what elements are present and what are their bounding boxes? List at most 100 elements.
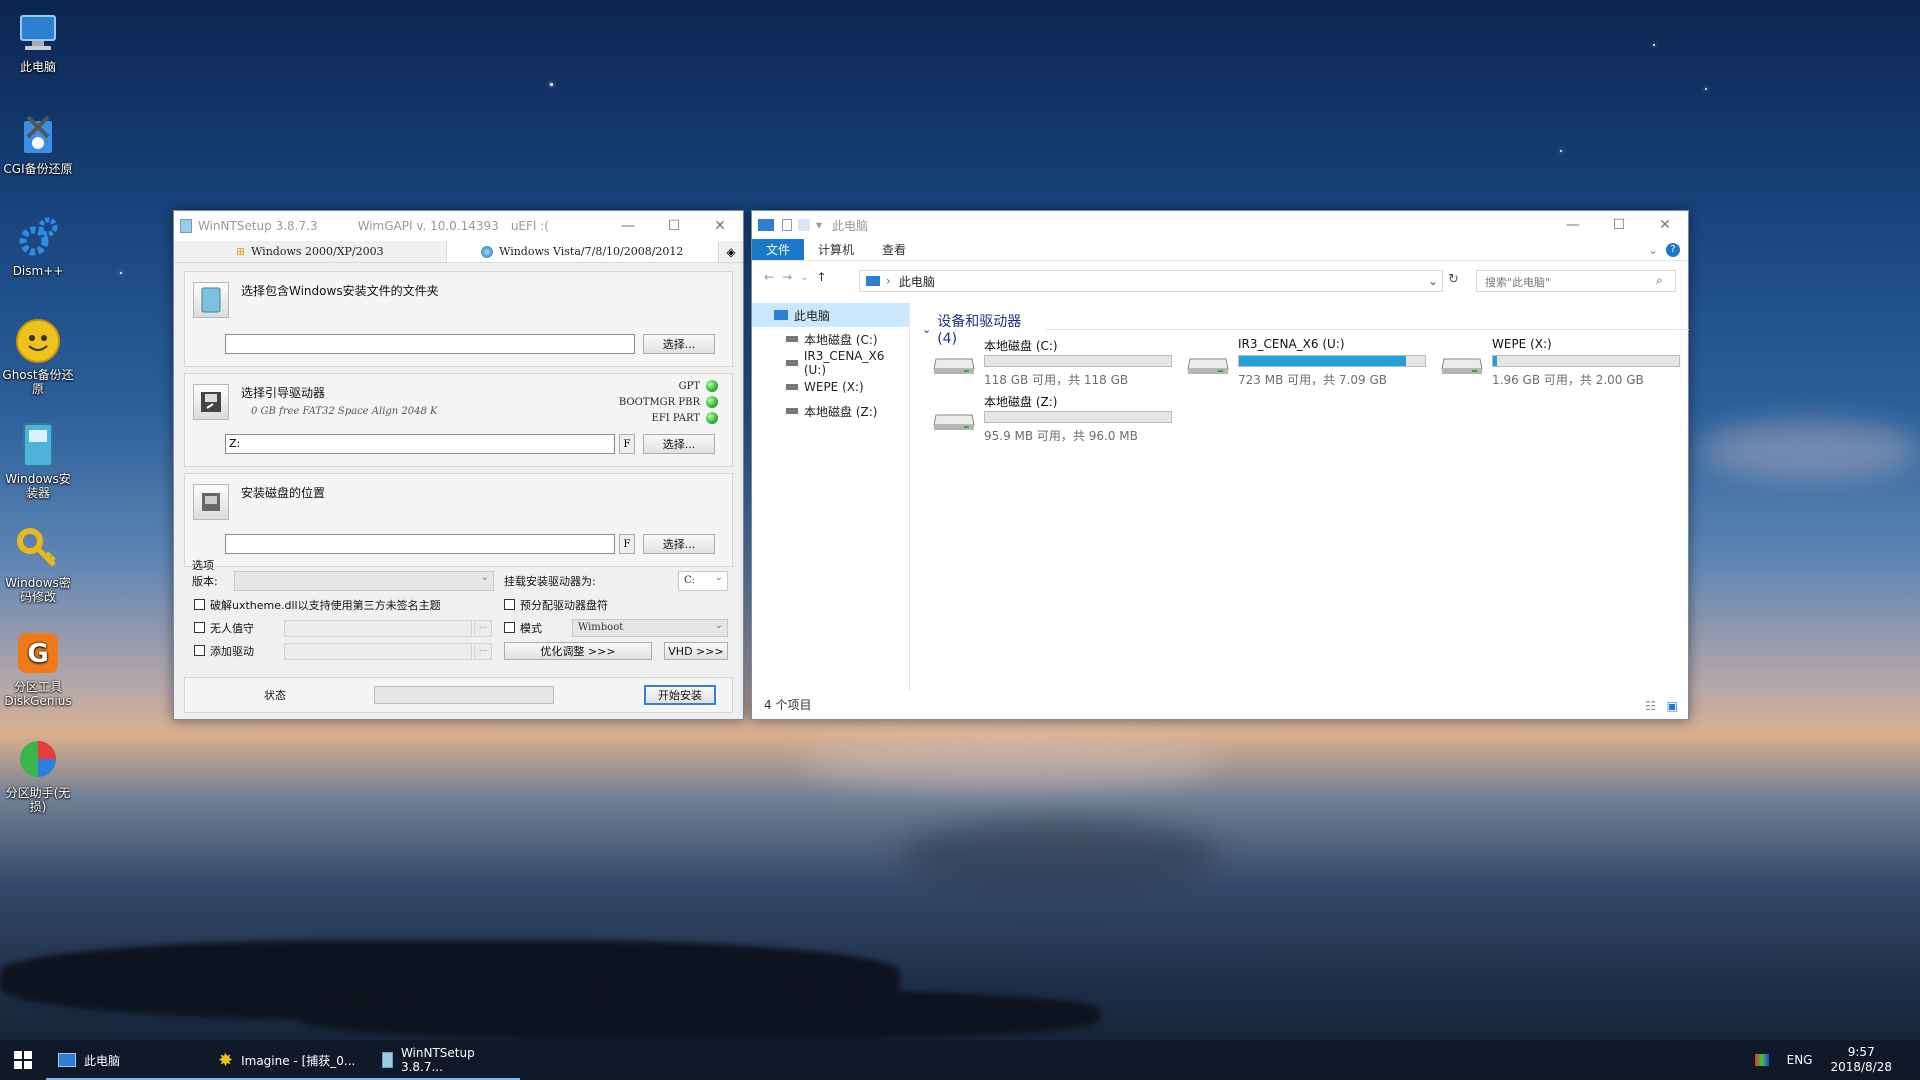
- install-label: 安装磁盘的位置: [241, 486, 326, 500]
- minimize-button[interactable]: —: [605, 211, 651, 241]
- drive-icon: [786, 360, 798, 366]
- desktop-icon-windows-installer[interactable]: Windows安装器: [2, 422, 74, 500]
- mode-dropdown[interactable]: Wimboot: [572, 619, 728, 637]
- drive-icon: [786, 408, 798, 414]
- breadcrumb[interactable]: 此电脑: [899, 273, 935, 290]
- expand-ribbon-icon[interactable]: ⌄: [1648, 243, 1666, 257]
- desktop-icon-cgi[interactable]: CGI备份还原: [2, 112, 74, 176]
- address-bar[interactable]: › 此电脑 ⌄: [859, 270, 1443, 292]
- usage-bar: [1492, 355, 1680, 367]
- quick-access-icon[interactable]: [782, 219, 792, 231]
- large-icons-view-icon[interactable]: ▣: [1667, 699, 1678, 713]
- install-select-button[interactable]: 选择...: [643, 534, 715, 554]
- refresh-icon[interactable]: ↻: [1448, 272, 1459, 287]
- tab-windows-xp[interactable]: ⊞ Windows 2000/XP/2003: [174, 241, 447, 262]
- version-label: 版本:: [192, 575, 218, 588]
- close-button[interactable]: ✕: [1642, 211, 1688, 239]
- desktop-icon-ghost[interactable]: Ghost备份还原: [2, 318, 74, 396]
- back-icon[interactable]: ←: [758, 270, 774, 284]
- clock-time: 9:57: [1847, 1045, 1875, 1059]
- taskbar-item-imagine[interactable]: ✸ Imagine - [捕获_0...: [206, 1040, 370, 1080]
- desktop-icon-diskgenius[interactable]: G 分区工具DiskGenius: [2, 630, 74, 708]
- boot-f-button[interactable]: F: [619, 434, 635, 454]
- desktop-icon-dism[interactable]: Dism++: [2, 214, 74, 278]
- desktop-icon-label: CGI备份还原: [3, 162, 73, 176]
- system-tray: ENG 9:57 2018/8/28: [1754, 1045, 1920, 1075]
- item-count: 4 个项目: [764, 698, 812, 712]
- prealloc-checkbox[interactable]: [504, 599, 515, 610]
- nav-item-drive-c[interactable]: 本地磁盘 (C:): [752, 327, 909, 351]
- desktop-icon-password[interactable]: Windows密码修改: [2, 526, 74, 604]
- source-path-input[interactable]: [225, 334, 635, 354]
- install-f-button[interactable]: F: [619, 534, 635, 554]
- unattended-label: 无人值守: [210, 622, 254, 635]
- start-button[interactable]: [0, 1040, 46, 1080]
- search-icon: ⌕: [1656, 273, 1663, 287]
- taskbar-item-this-pc[interactable]: 此电脑: [46, 1040, 206, 1080]
- tab-windows-vista-plus[interactable]: Windows Vista/7/8/10/2008/2012: [446, 241, 719, 262]
- bootmgr-status: BOOTMGR PBR: [619, 396, 718, 408]
- forward-icon[interactable]: →: [782, 270, 792, 284]
- search-input[interactable]: 搜索"此电脑": [1476, 270, 1676, 292]
- add-driver-checkbox[interactable]: [194, 645, 205, 656]
- cgi-backup-icon: [15, 112, 61, 158]
- mount-dropdown[interactable]: C:: [678, 571, 728, 591]
- customize-toolbar-icon[interactable]: ▾: [816, 218, 822, 232]
- desktop-icon-this-pc[interactable]: 此电脑: [2, 10, 74, 74]
- maximize-button[interactable]: ☐: [1596, 211, 1642, 239]
- desktop-icon-label: 此电脑: [19, 60, 56, 74]
- unattended-checkbox[interactable]: [194, 622, 205, 633]
- drive-tile-c[interactable]: 本地磁盘 (C:) 118 GB 可用，共 118 GB: [932, 335, 1172, 387]
- recent-locations-icon[interactable]: ⌄: [800, 272, 808, 283]
- minimize-button[interactable]: —: [1550, 211, 1596, 239]
- clock[interactable]: 9:57 2018/8/28: [1830, 1045, 1892, 1075]
- language-indicator[interactable]: ENG: [1787, 1053, 1813, 1067]
- status-led-icon: [706, 380, 718, 392]
- settings-diamond-button[interactable]: ◈: [719, 241, 743, 262]
- navigation-pane: 此电脑 本地磁盘 (C:) IR3_CENA_X6 (U:) WEPE (X:)…: [752, 303, 910, 691]
- up-icon[interactable]: ↑: [817, 270, 827, 284]
- ribbon-tab-file[interactable]: 文件: [752, 239, 805, 260]
- drive-tile-u[interactable]: IR3_CENA_X6 (U:) 723 MB 可用，共 7.09 GB: [1186, 335, 1426, 387]
- details-view-icon[interactable]: ☷: [1645, 699, 1656, 713]
- start-install-button[interactable]: 开始安装: [644, 685, 716, 705]
- drive-tile-z[interactable]: 本地磁盘 (Z:) 95.9 MB 可用，共 96.0 MB: [932, 391, 1172, 443]
- install-path-input[interactable]: [225, 534, 615, 554]
- mode-checkbox[interactable]: [504, 622, 515, 633]
- source-select-button[interactable]: 选择...: [643, 334, 715, 354]
- star: [1560, 150, 1562, 152]
- nav-item-drive-z[interactable]: 本地磁盘 (Z:): [752, 399, 909, 423]
- boot-path-input[interactable]: Z:: [225, 434, 615, 454]
- status-label: 状态: [264, 689, 286, 702]
- vhd-button[interactable]: VHD >>>: [664, 642, 728, 660]
- ribbon-tab-computer[interactable]: 计算机: [804, 239, 868, 260]
- color-profile-icon[interactable]: [1754, 1054, 1769, 1066]
- nav-item-drive-u[interactable]: IR3_CENA_X6 (U:): [752, 349, 909, 377]
- close-button[interactable]: ✕: [697, 211, 743, 241]
- computer-icon: [866, 276, 880, 286]
- drive-tile-x[interactable]: WEPE (X:) 1.96 GB 可用，共 2.00 GB: [1440, 335, 1680, 387]
- ribbon-tab-view[interactable]: 查看: [868, 239, 920, 260]
- tweaks-button[interactable]: 优化调整 >>>: [504, 642, 652, 660]
- address-dropdown-icon[interactable]: ⌄: [1428, 274, 1442, 288]
- unattended-path: [284, 620, 472, 637]
- nav-item-drive-x[interactable]: WEPE (X:): [752, 375, 909, 399]
- drive-icon: [786, 384, 798, 390]
- boot-label: 选择引导驱动器: [241, 386, 326, 400]
- boot-select-button[interactable]: 选择...: [643, 434, 715, 454]
- computer-icon: [774, 310, 788, 320]
- star: [550, 83, 553, 86]
- section-divider: [1045, 328, 1690, 330]
- version-dropdown[interactable]: [234, 571, 494, 591]
- options-title: 选项: [192, 559, 214, 572]
- nav-item-this-pc[interactable]: 此电脑: [752, 303, 909, 327]
- winntsetup-titlebar[interactable]: WinNTSetup 3.8.7.3 WimGAPI v. 10.0.14393…: [174, 211, 743, 241]
- maximize-button[interactable]: ☐: [651, 211, 697, 241]
- explorer-titlebar[interactable]: ▾ 此电脑 — ☐ ✕: [752, 211, 1688, 239]
- new-folder-icon[interactable]: [798, 219, 810, 231]
- desktop-icon-partition-assistant[interactable]: 分区助手(无损): [2, 736, 74, 814]
- taskbar-item-winntsetup[interactable]: WinNTSetup 3.8.7...: [370, 1040, 520, 1080]
- help-icon[interactable]: ?: [1666, 242, 1680, 257]
- window-title: WinNTSetup 3.8.7.3: [198, 219, 318, 233]
- uxtheme-checkbox[interactable]: [194, 599, 205, 610]
